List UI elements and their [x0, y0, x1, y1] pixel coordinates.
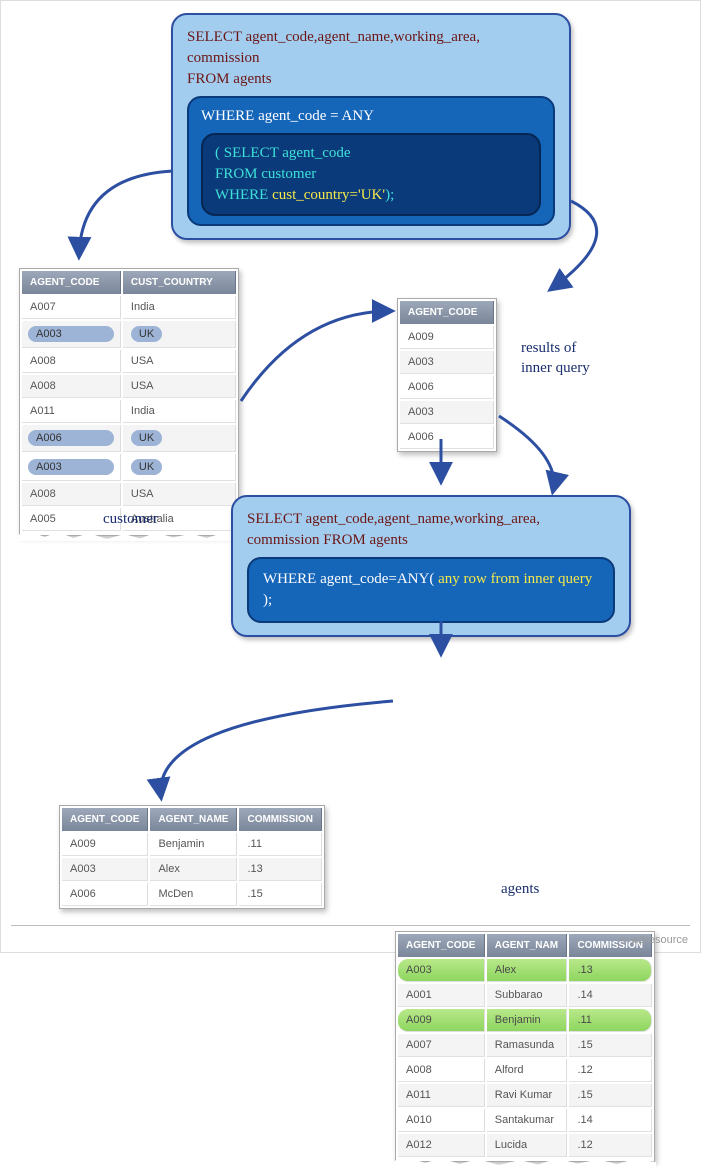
- inner-result-table: AGENT_CODE A009A003A006A003A006: [397, 298, 497, 452]
- table-row: A001Subbarao.14: [398, 984, 652, 1007]
- inner-result-caption: results of inner query: [521, 339, 590, 378]
- agents-caption: agents: [501, 881, 539, 898]
- customer-caption: customer: [103, 511, 158, 528]
- table-row: A006: [400, 376, 494, 399]
- table-row: A008Alford.12: [398, 1059, 652, 1082]
- table-row: A006: [400, 426, 494, 449]
- table-row: A006UK: [22, 425, 236, 452]
- where-clause-box: WHERE agent_code = ANY ( SELECT agent_co…: [187, 96, 555, 226]
- col-agent-code: AGENT_CODE: [22, 271, 121, 294]
- footer-credit: © w3resource: [620, 934, 688, 946]
- table-row: A012Lucida.12: [398, 1134, 652, 1157]
- where-clause-box-2: WHERE agent_code=ANY( any row from inner…: [247, 557, 615, 623]
- sql-text-2: SELECT agent_code,agent_name,working_are…: [247, 509, 615, 551]
- table-row: A003: [400, 351, 494, 374]
- subquery-box: ( SELECT agent_code FROM customer WHERE …: [201, 133, 541, 216]
- agents-table: AGENT_CODE AGENT_NAM COMMISSION A003Alex…: [395, 931, 655, 1162]
- table-row: A008USA: [22, 483, 236, 506]
- table-row: A011India: [22, 400, 236, 423]
- final-result-table: AGENT_CODE AGENT_NAME COMMISSION A009Ben…: [59, 805, 325, 909]
- outer-query-box: SELECT agent_code,agent_name,working_are…: [171, 13, 571, 240]
- table-row: A009Benjamin.11: [62, 833, 322, 856]
- customer-table: AGENT_CODE CUST_COUNTRY A007IndiaA003UKA…: [19, 268, 239, 536]
- table-row: A011Ravi Kumar.15: [398, 1084, 652, 1107]
- table-row: A007India: [22, 296, 236, 319]
- col-agent-name: AGENT_NAME: [150, 808, 237, 831]
- table-row: A010Santakumar.14: [398, 1109, 652, 1132]
- where-any: WHERE agent_code = ANY: [201, 106, 541, 127]
- sql-text: SELECT agent_code,agent_name,working_are…: [187, 27, 555, 90]
- table-row: A003UK: [22, 454, 236, 481]
- col-agent-name: AGENT_NAM: [487, 934, 568, 957]
- table-row: A008USA: [22, 350, 236, 373]
- table-row: A003Alex.13: [62, 858, 322, 881]
- col-commission: COMMISSION: [239, 808, 322, 831]
- col-agent-code: AGENT_CODE: [62, 808, 148, 831]
- table-row: A007Ramasunda.15: [398, 1034, 652, 1057]
- kw-select: SELECT: [187, 29, 245, 45]
- col-cust-country: CUST_COUNTRY: [123, 271, 236, 294]
- table-row: A003Alex.13: [398, 959, 652, 982]
- table-row: A006McDen.15: [62, 883, 322, 906]
- col-agent-code: AGENT_CODE: [400, 301, 494, 324]
- footer-divider: [11, 925, 690, 926]
- table-row: A003UK: [22, 321, 236, 348]
- table-row: A009: [400, 326, 494, 349]
- table-row: A008USA: [22, 375, 236, 398]
- kw-from: FROM: [187, 71, 233, 87]
- col-agent-code: AGENT_CODE: [398, 934, 485, 957]
- table-row: A003: [400, 401, 494, 424]
- table-row: A009Benjamin.11: [398, 1009, 652, 1032]
- resolved-query-box: SELECT agent_code,agent_name,working_are…: [231, 495, 631, 637]
